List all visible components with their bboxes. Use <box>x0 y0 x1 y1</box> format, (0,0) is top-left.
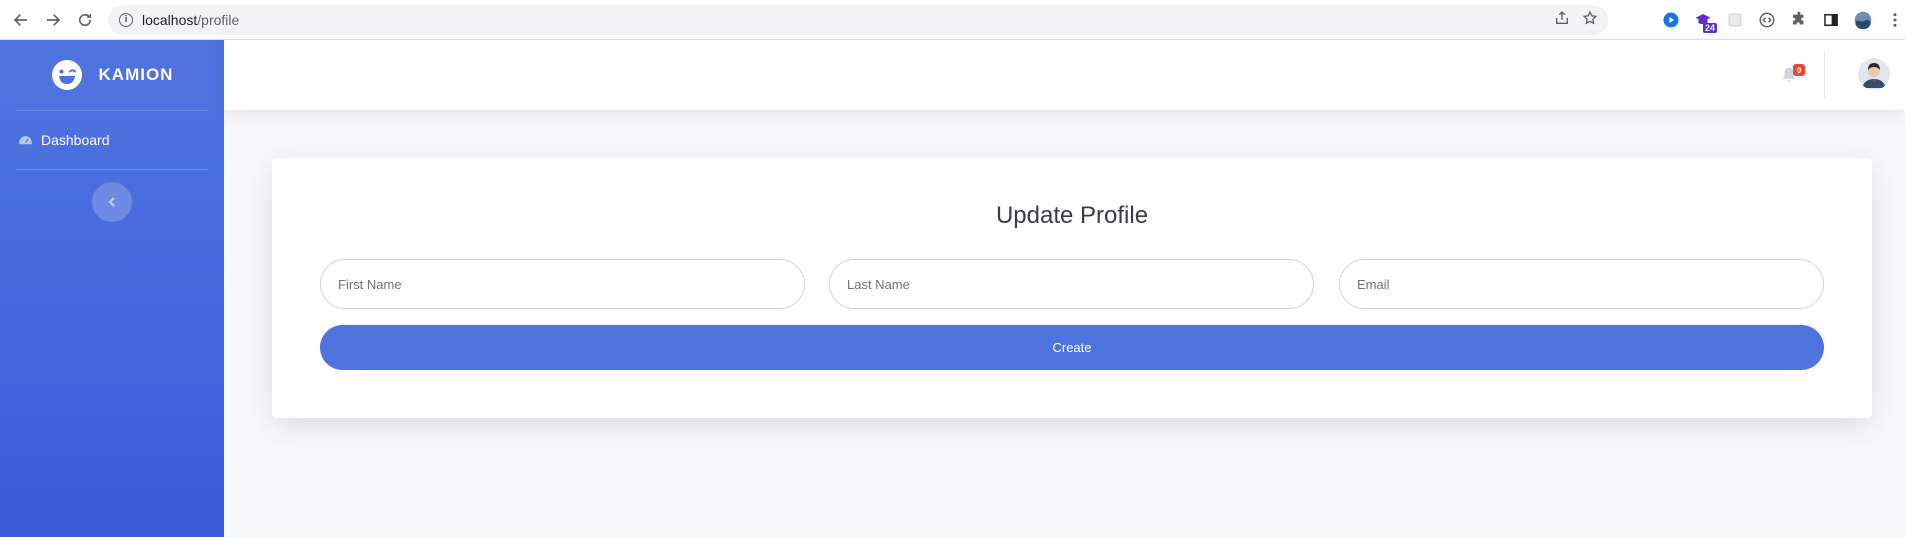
topbar: 0 <box>224 40 1905 110</box>
extension-blank-icon[interactable] <box>1724 9 1746 31</box>
user-avatar[interactable] <box>1858 58 1890 90</box>
laugh-wink-icon <box>51 60 82 90</box>
sidebar-item-dashboard[interactable]: Dashboard <box>0 111 224 169</box>
notification-count-badge: 0 <box>1793 64 1805 76</box>
bookmark-star-icon[interactable] <box>1582 9 1598 31</box>
puzzle-extensions-icon[interactable] <box>1788 9 1810 31</box>
url-text: localhost/profile <box>142 12 240 28</box>
sidebar: KAMION Dashboard <box>0 40 224 537</box>
chevron-left-icon <box>108 197 115 207</box>
site-info-icon[interactable]: i <box>119 13 133 27</box>
sidebar-item-label: Dashboard <box>41 132 110 148</box>
brand-name: KAMION <box>98 65 174 84</box>
page-title: Update Profile <box>995 202 1149 229</box>
share-icon[interactable] <box>1554 10 1570 31</box>
forward-icon[interactable] <box>37 4 69 36</box>
tachometer-icon <box>19 135 32 144</box>
back-icon[interactable] <box>5 4 37 36</box>
extension-graduation-cap-icon[interactable]: 24 <box>1692 9 1717 33</box>
extension-code-icon[interactable] <box>1756 9 1778 31</box>
email-field[interactable] <box>1339 259 1824 309</box>
browser-menu-icon[interactable] <box>1884 9 1905 31</box>
extensions-area: 24 <box>1660 6 1905 34</box>
topbar-divider <box>1824 52 1825 98</box>
sidebar-brand[interactable]: KAMION <box>0 40 224 110</box>
extension-play-icon[interactable] <box>1660 9 1682 31</box>
address-bar[interactable]: i localhost/profile <box>108 5 1608 35</box>
extension-badge: 24 <box>1702 23 1717 33</box>
side-panel-icon[interactable] <box>1820 9 1842 31</box>
update-profile-card: Update Profile Create <box>272 158 1872 418</box>
first-name-field[interactable] <box>320 259 805 309</box>
last-name-field[interactable] <box>829 259 1314 309</box>
sidebar-divider <box>16 169 208 170</box>
create-button[interactable]: Create <box>320 325 1824 370</box>
reload-icon[interactable] <box>69 4 101 36</box>
browser-profile-avatar[interactable] <box>1852 9 1874 31</box>
browser-toolbar: i localhost/profile 24 <box>0 0 1905 40</box>
sidebar-toggle-button[interactable] <box>92 182 132 222</box>
